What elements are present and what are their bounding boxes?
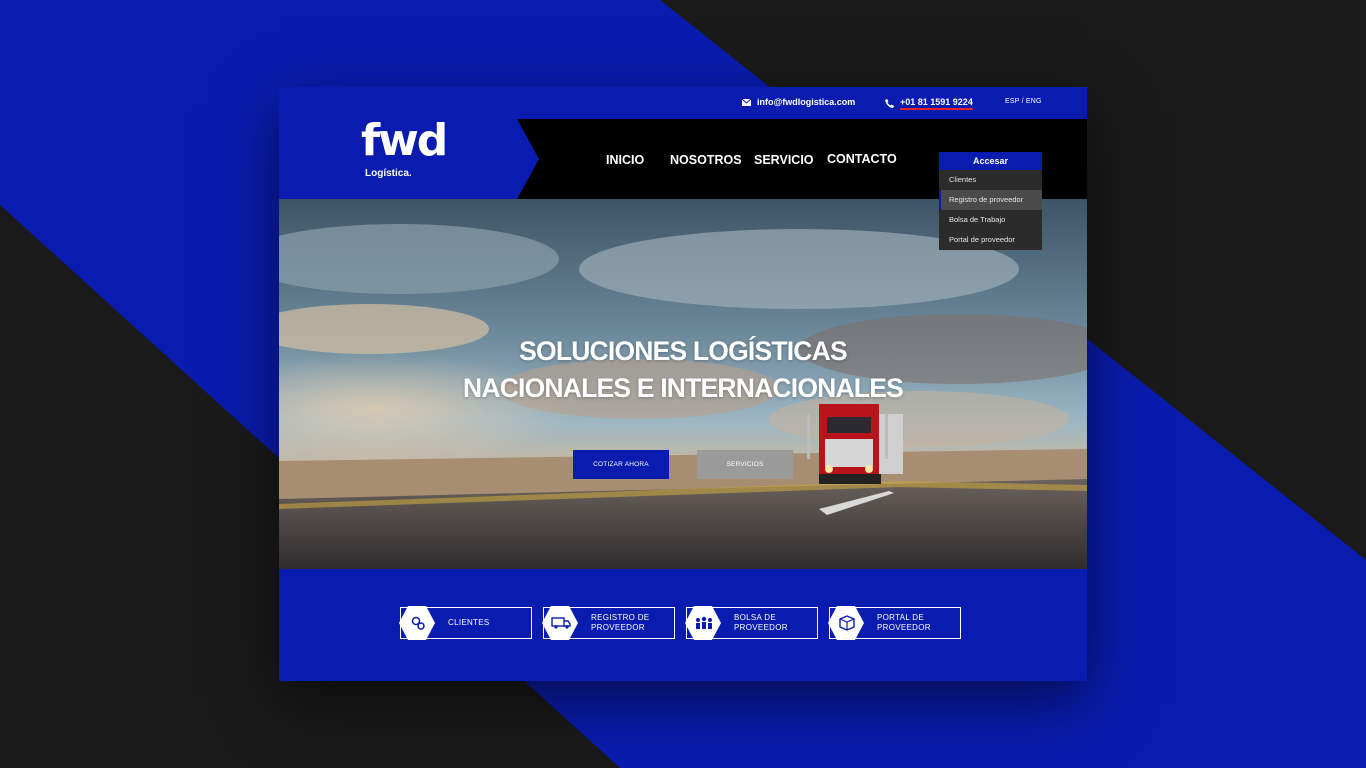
boxes-icon [839, 615, 855, 631]
phone-icon [885, 99, 894, 108]
nav-inicio[interactable]: INICIO [606, 153, 644, 167]
envelope-icon [742, 98, 751, 106]
phone-text: +01 81 1591 9224 [900, 97, 973, 110]
language-switcher[interactable]: ESP / ENG [1005, 98, 1042, 105]
nav-nosotros[interactable]: NOSOTROS [670, 153, 742, 167]
gears-icon [411, 616, 425, 630]
servicios-button[interactable]: SERVICIOS [697, 450, 793, 479]
phone-link[interactable]: +01 81 1591 9224 [885, 97, 973, 110]
logo-tagline: Logística. [365, 168, 412, 179]
email-link[interactable]: info@fwdlogistica.com [742, 97, 855, 107]
truck-icon [551, 617, 571, 629]
hero-title: SOLUCIONES LOGÍSTICAS NACIONALES E INTER… [279, 333, 1087, 407]
truck-image [807, 404, 903, 484]
hero-title-line1: SOLUCIONES LOGÍSTICAS [519, 336, 848, 366]
quick-link-label: REGISTRO DE PROVEEDOR [591, 613, 650, 632]
email-text: info@fwdlogistica.com [757, 97, 856, 107]
quick-link-portal-proveedor[interactable]: PORTAL DE PROVEEDOR [828, 606, 961, 640]
menu-item-clientes[interactable]: Clientes [939, 170, 1042, 190]
quick-link-label: PORTAL DE PROVEEDOR [877, 613, 931, 632]
quick-link-bolsa-proveedor[interactable]: BOLSA DE PROVEEDOR [685, 606, 818, 640]
menu-item-portal-proveedor[interactable]: Portal de proveedor [939, 230, 1042, 250]
quick-link-registro-proveedor[interactable]: REGISTRO DE PROVEEDOR [542, 606, 675, 640]
website-mockup: info@fwdlogistica.com +01 81 1591 9224 E… [279, 87, 1087, 681]
menu-item-registro-proveedor[interactable]: Registro de proveedor [939, 190, 1042, 210]
nav-servicio[interactable]: SERVICIO [754, 153, 814, 167]
quick-link-label: BOLSA DE PROVEEDOR [734, 613, 788, 632]
quick-link-clientes[interactable]: CLIENTES [399, 606, 532, 640]
quick-link-label: CLIENTES [448, 618, 490, 627]
hero-section: SOLUCIONES LOGÍSTICAS NACIONALES E INTER… [279, 199, 1087, 569]
accesar-button[interactable]: Accesar [939, 152, 1042, 170]
menu-item-bolsa-trabajo[interactable]: Bolsa de Trabajo [939, 210, 1042, 230]
logo[interactable]: fwd [361, 119, 448, 163]
nav-contacto[interactable]: CONTACTO [827, 152, 897, 166]
people-icon [696, 616, 712, 629]
quick-links-band: CLIENTES REGISTRO DE PROVEEDOR BOLSA DE PR… [279, 569, 1087, 681]
hero-title-line2: NACIONALES E INTERNACIONALES [463, 373, 904, 403]
cotizar-ahora-button[interactable]: COTIZAR AHORA [573, 450, 669, 479]
access-dropdown: Accesar Clientes Registro de proveedor B… [939, 152, 1042, 250]
